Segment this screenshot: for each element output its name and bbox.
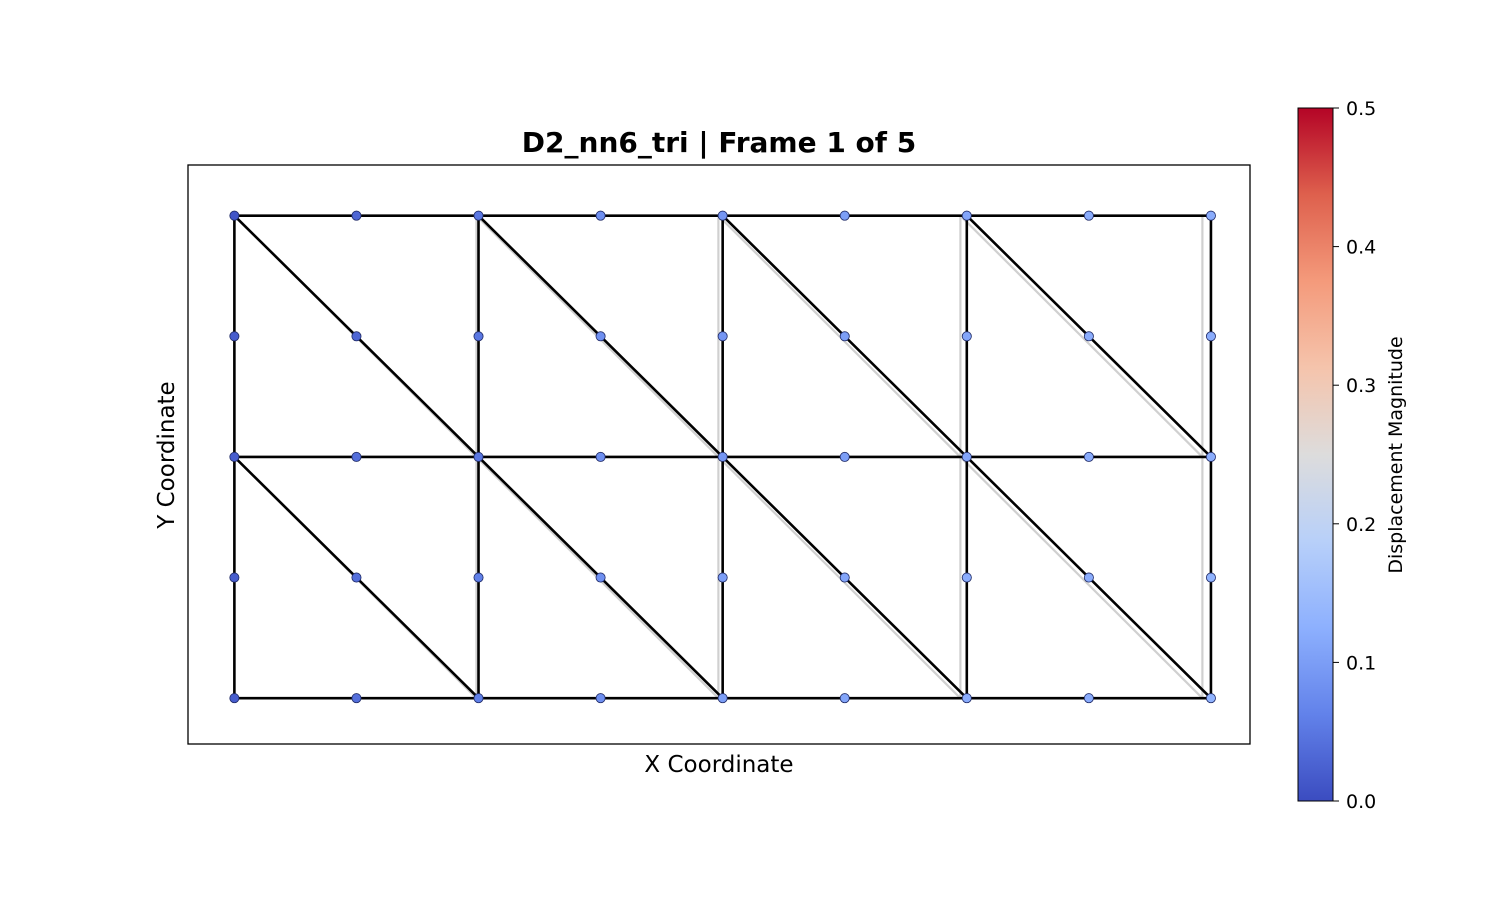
mesh-node	[717, 210, 728, 221]
colorbar-tick-label: 0.3	[1346, 375, 1376, 397]
mesh-node	[839, 210, 850, 221]
mesh-node	[961, 572, 972, 583]
mesh-node	[839, 451, 850, 462]
colorbar-ticks: 0.0 0.1 0.2 0.3 0.4 0.5	[1333, 98, 1376, 813]
mesh-node	[229, 572, 240, 583]
mesh-node	[1205, 331, 1216, 342]
mesh-node	[595, 451, 606, 462]
mesh-node	[717, 693, 728, 704]
mesh-node	[1205, 572, 1216, 583]
mesh-node	[473, 331, 484, 342]
colorbar-label: Displacement Magnitude	[1385, 336, 1407, 573]
colorbar-tick-label: 0.5	[1346, 98, 1376, 120]
mesh-node	[351, 693, 362, 704]
mesh-node	[351, 331, 362, 342]
mesh-node	[595, 693, 606, 704]
mesh-node	[351, 451, 362, 462]
mesh-node	[473, 451, 484, 462]
colorbar-tick-label: 0.4	[1346, 237, 1376, 259]
figure: D2_nn6_tri | Frame 1 of 5 X Coordinate Y…	[154, 98, 1407, 813]
mesh-node	[351, 572, 362, 583]
mesh-node	[1083, 210, 1094, 221]
colorbar-gradient	[1297, 107, 1334, 802]
mesh-node	[473, 210, 484, 221]
mesh-node	[1205, 451, 1216, 462]
mesh-node	[1205, 210, 1216, 221]
mesh-node	[473, 693, 484, 704]
mesh-node	[717, 572, 728, 583]
mesh-node	[229, 451, 240, 462]
chart-title: D2_nn6_tri | Frame 1 of 5	[522, 126, 916, 159]
mesh-node	[351, 210, 362, 221]
mesh-node	[961, 451, 972, 462]
mesh-node	[961, 210, 972, 221]
mesh-node	[1083, 572, 1094, 583]
mesh-node	[1083, 331, 1094, 342]
mesh-node	[961, 693, 972, 704]
mesh-node	[717, 451, 728, 462]
mesh-node	[229, 331, 240, 342]
colorbar-tick-label: 0.2	[1346, 514, 1376, 536]
mesh-node	[1205, 693, 1216, 704]
colorbar: 0.0 0.1 0.2 0.3 0.4 0.5 Displacement Magnitud…	[1297, 98, 1407, 813]
y-axis-label: Y Coordinate	[154, 381, 180, 529]
mesh-node	[595, 210, 606, 221]
mesh-node	[961, 331, 972, 342]
mesh-node	[839, 572, 850, 583]
mesh-node	[1083, 451, 1094, 462]
mesh-node	[839, 331, 850, 342]
mesh-node	[717, 331, 728, 342]
colorbar-tick-label: 0.1	[1346, 652, 1376, 674]
mesh-node	[839, 693, 850, 704]
mesh-node	[1083, 693, 1094, 704]
x-axis-label: X Coordinate	[644, 752, 793, 778]
mesh-node	[595, 331, 606, 342]
mesh-node	[229, 210, 240, 221]
mesh-node	[595, 572, 606, 583]
colorbar-tick-label: 0.0	[1346, 791, 1376, 813]
mesh-node	[473, 572, 484, 583]
mesh-node	[229, 693, 240, 704]
